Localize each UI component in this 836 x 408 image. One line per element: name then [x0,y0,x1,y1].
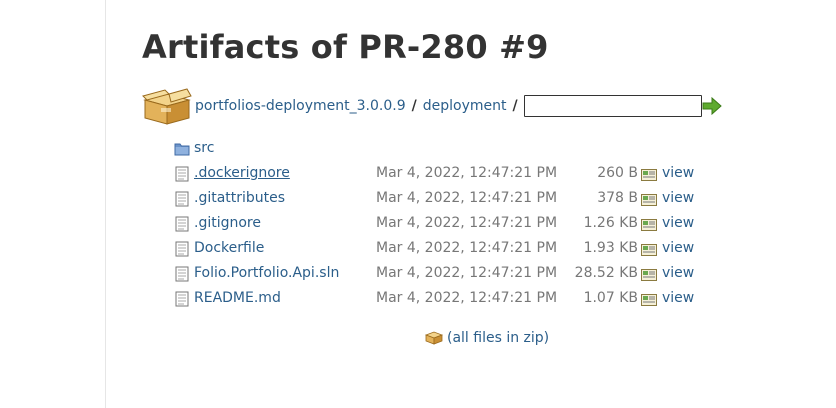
list-item: .gitignore Mar 4, 2022, 12:47:21 PM 1.26… [174,213,714,238]
file-listing: src .dockerignore Mar 4, 2022, 12:47:21 … [174,138,714,313]
list-item: README.md Mar 4, 2022, 12:47:21 PM 1.07 … [174,288,714,313]
file-icon [175,291,189,307]
file-link[interactable]: README.md [194,290,281,306]
view-icon[interactable] [641,269,657,281]
file-link[interactable]: Dockerfile [194,240,264,256]
list-item: Dockerfile Mar 4, 2022, 12:47:21 PM 1.93… [174,238,714,263]
file-icon [175,191,189,207]
file-size: 1.07 KB [583,290,638,306]
view-icon[interactable] [641,169,657,181]
zip-icon[interactable] [425,331,443,345]
file-link[interactable]: .gitignore [194,215,261,231]
file-size: 1.26 KB [583,215,638,231]
view-icon[interactable] [641,194,657,206]
file-icon [175,216,189,232]
file-icon [175,241,189,257]
breadcrumb: portfolios-deployment_3.0.0.9 / deployme… [141,86,722,126]
path-input[interactable] [523,95,702,117]
list-item: .dockerignore Mar 4, 2022, 12:47:21 PM 2… [174,163,714,188]
page-title: Artifacts of PR-280 #9 [142,28,549,66]
breadcrumb-link-portfolios-deployment[interactable]: portfolios-deployment_3.0.0.9 [195,98,406,114]
view-link[interactable]: view [662,215,694,231]
file-date: Mar 4, 2022, 12:47:21 PM [376,215,558,231]
file-icon [175,266,189,282]
view-link[interactable]: view [662,290,694,306]
sidebar-divider [105,0,106,408]
file-size: 260 B [597,165,638,181]
file-link[interactable]: Folio.Portfolio.Api.sln [194,265,339,281]
view-icon[interactable] [641,294,657,306]
file-date: Mar 4, 2022, 12:47:21 PM [376,190,558,206]
view-icon[interactable] [641,219,657,231]
breadcrumb-separator: / [512,98,518,114]
file-size: 378 B [597,190,638,206]
file-size: 1.93 KB [583,240,638,256]
view-link[interactable]: view [662,265,694,281]
file-link[interactable]: .gitattributes [194,190,285,206]
file-date: Mar 4, 2022, 12:47:21 PM [376,165,558,181]
breadcrumb-separator: / [411,98,417,114]
view-icon[interactable] [641,244,657,256]
file-icon [175,166,189,182]
list-item: Folio.Portfolio.Api.sln Mar 4, 2022, 12:… [174,263,714,288]
view-link[interactable]: view [662,190,694,206]
view-link[interactable]: view [662,165,694,181]
file-date: Mar 4, 2022, 12:47:21 PM [376,240,558,256]
file-link[interactable]: .dockerignore [194,165,290,181]
list-item: .gitattributes Mar 4, 2022, 12:47:21 PM … [174,188,714,213]
breadcrumb-link-deployment[interactable]: deployment [423,98,507,114]
list-item-folder: src [174,138,714,163]
view-link[interactable]: view [662,240,694,256]
zip-download-link[interactable]: (all files in zip) [447,330,549,346]
file-size: 28.52 KB [574,265,638,281]
file-date: Mar 4, 2022, 12:47:21 PM [376,290,558,306]
file-date: Mar 4, 2022, 12:47:21 PM [376,265,558,281]
folder-icon [174,143,190,156]
package-icon [142,88,192,125]
folder-link-src[interactable]: src [194,140,214,156]
zip-download: (all files in zip) [425,330,549,346]
go-arrow-icon[interactable] [702,97,722,115]
